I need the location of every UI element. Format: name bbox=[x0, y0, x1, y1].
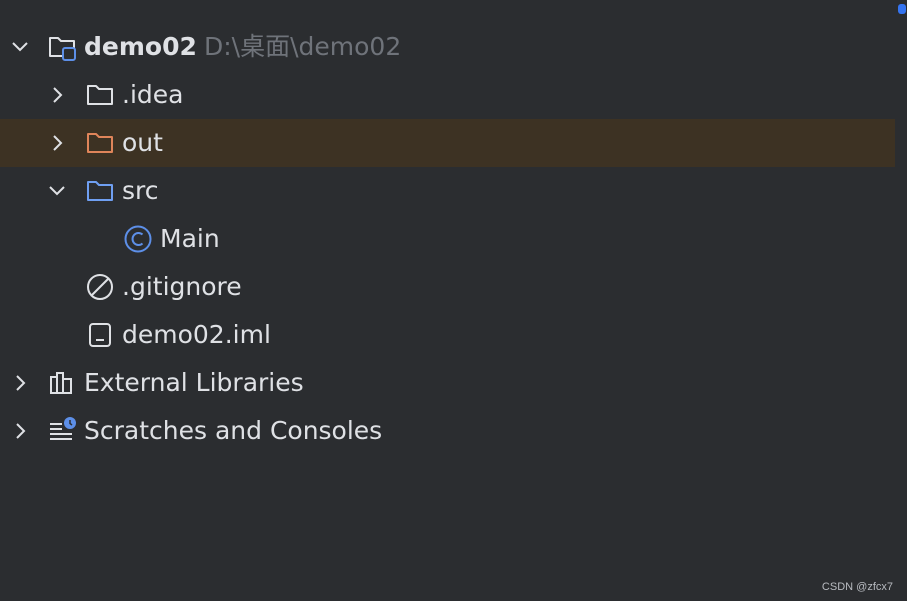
tree-item-label: .gitignore bbox=[122, 272, 242, 301]
tree-item-label: out bbox=[122, 128, 163, 157]
chevron-down-icon[interactable] bbox=[10, 37, 30, 57]
library-icon bbox=[47, 368, 77, 398]
java-class-icon bbox=[123, 224, 153, 254]
tree-item-label: Main bbox=[160, 224, 220, 253]
chevron-right-icon[interactable] bbox=[47, 85, 67, 105]
module-file-icon bbox=[85, 320, 115, 350]
tree-row-idea[interactable]: .idea bbox=[0, 71, 895, 119]
tree-row-scratches[interactable]: Scratches and Consoles bbox=[0, 407, 895, 455]
scratches-icon bbox=[47, 416, 77, 446]
tree-row-out[interactable]: out bbox=[0, 119, 895, 167]
tree-item-label: src bbox=[122, 176, 159, 205]
tree-row-gitignore[interactable]: .gitignore bbox=[0, 263, 895, 311]
project-module-icon bbox=[47, 32, 77, 62]
watermark: CSDN @zfcx7 bbox=[821, 581, 893, 593]
vertical-scrollbar[interactable] bbox=[895, 0, 907, 601]
tree-row-project-root[interactable]: demo02 D:\桌面\demo02 bbox=[0, 23, 895, 71]
project-tree: demo02 D:\桌面\demo02 .idea out src Main .… bbox=[0, 0, 895, 601]
project-path: D:\桌面\demo02 bbox=[204, 32, 402, 61]
tree-row-external-libraries[interactable]: External Libraries bbox=[0, 359, 895, 407]
chevron-down-icon[interactable] bbox=[47, 181, 67, 201]
tree-item-label: Scratches and Consoles bbox=[84, 416, 383, 445]
chevron-right-icon[interactable] bbox=[47, 133, 67, 153]
tree-item-label: External Libraries bbox=[84, 368, 304, 397]
chevron-right-icon[interactable] bbox=[10, 373, 30, 393]
tree-row-main[interactable]: Main bbox=[0, 215, 895, 263]
tree-row-src[interactable]: src bbox=[0, 167, 895, 215]
scrollbar-thumb[interactable] bbox=[898, 4, 906, 14]
tree-item-label: .idea bbox=[122, 80, 184, 109]
excluded-folder-icon bbox=[85, 128, 115, 158]
tree-row-iml[interactable]: demo02.iml bbox=[0, 311, 895, 359]
tree-item-label: demo02.iml bbox=[122, 320, 271, 349]
chevron-right-icon[interactable] bbox=[10, 421, 30, 441]
ignore-file-icon bbox=[85, 272, 115, 302]
folder-icon bbox=[85, 80, 115, 110]
source-folder-icon bbox=[85, 176, 115, 206]
project-name: demo02 bbox=[84, 32, 197, 61]
